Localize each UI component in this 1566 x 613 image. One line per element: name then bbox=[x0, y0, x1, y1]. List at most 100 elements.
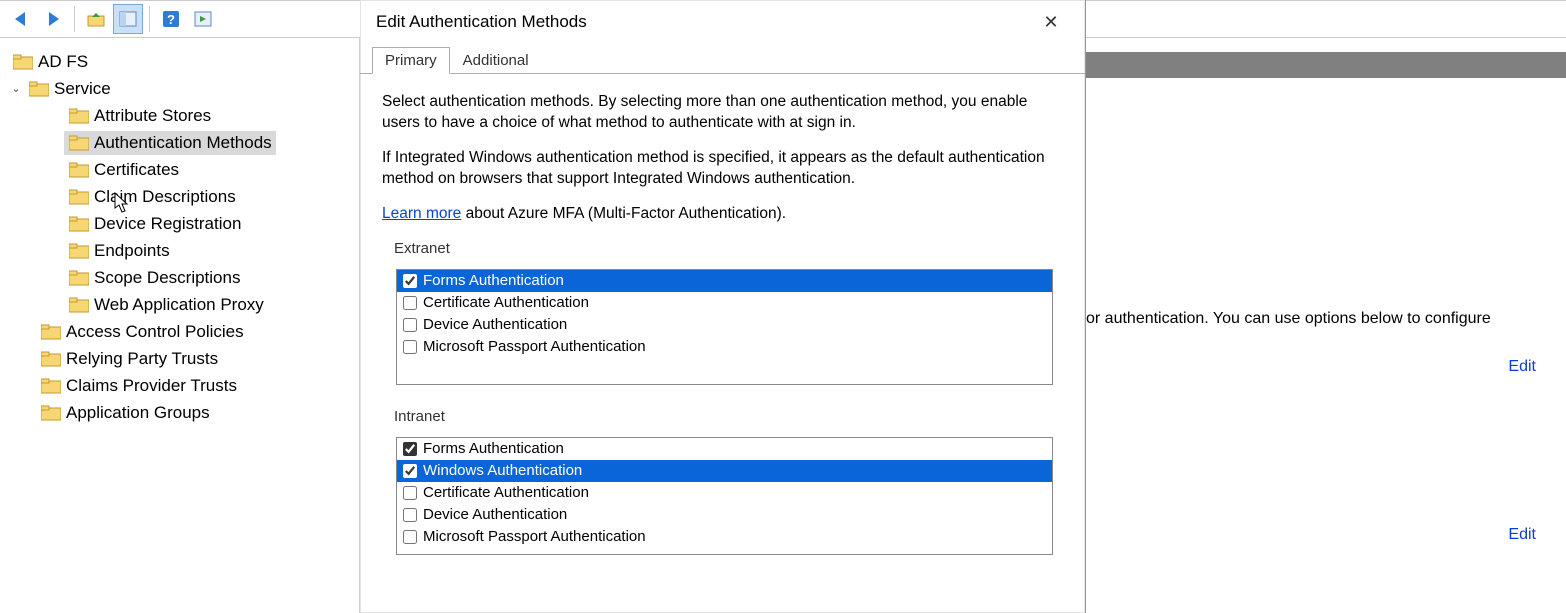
expand-icon[interactable]: ⌄ bbox=[8, 82, 24, 95]
option-checkbox[interactable] bbox=[403, 508, 417, 522]
extranet-listbox[interactable]: Forms AuthenticationCertificate Authenti… bbox=[396, 269, 1053, 385]
tree-item[interactable]: Claims Provider Trusts bbox=[4, 372, 355, 399]
tree-item[interactable]: Endpoints bbox=[4, 237, 355, 264]
folder-icon bbox=[68, 134, 90, 152]
tree-item-selected[interactable]: Authentication Methods bbox=[4, 129, 355, 156]
tree-item[interactable]: Web Application Proxy bbox=[4, 291, 355, 318]
folder-icon bbox=[12, 53, 34, 71]
folder-icon bbox=[68, 188, 90, 206]
option-checkbox[interactable] bbox=[403, 530, 417, 544]
content-text: or authentication. You can use options b… bbox=[1086, 310, 1491, 328]
option-label: Windows Authentication bbox=[423, 461, 1048, 481]
tree-label: Service bbox=[54, 79, 111, 99]
listbox-option[interactable]: Windows Authentication bbox=[397, 460, 1052, 482]
listbox-option[interactable]: Microsoft Passport Authentication bbox=[397, 526, 1052, 548]
folder-icon bbox=[68, 107, 90, 125]
option-label: Device Authentication bbox=[423, 505, 1048, 525]
listbox-option[interactable]: Microsoft Passport Authentication bbox=[397, 336, 1052, 358]
dialog-title: Edit Authentication Methods bbox=[376, 12, 587, 32]
tree-item[interactable]: Application Groups bbox=[4, 399, 355, 426]
close-button[interactable]: ✕ bbox=[1033, 4, 1069, 40]
back-button[interactable] bbox=[6, 4, 36, 34]
option-checkbox[interactable] bbox=[403, 486, 417, 500]
up-folder-button[interactable] bbox=[81, 4, 111, 34]
option-label: Microsoft Passport Authentication bbox=[423, 337, 1048, 357]
listbox-option[interactable]: Certificate Authentication bbox=[397, 292, 1052, 314]
show-hide-action-button[interactable] bbox=[188, 4, 218, 34]
folder-icon bbox=[40, 350, 62, 368]
option-label: Forms Authentication bbox=[423, 271, 1048, 291]
tree-label: Claim Descriptions bbox=[94, 187, 236, 207]
dialog-body: Select authentication methods. By select… bbox=[360, 74, 1085, 555]
help-button[interactable]: ? bbox=[156, 4, 186, 34]
folder-icon bbox=[40, 377, 62, 395]
listbox-option[interactable]: Device Authentication bbox=[397, 504, 1052, 526]
tree-item[interactable]: Certificates bbox=[4, 156, 355, 183]
tree-label: Device Registration bbox=[94, 214, 241, 234]
dialog-paragraph: Select authentication methods. By select… bbox=[382, 92, 1067, 134]
tree-item[interactable]: Device Registration bbox=[4, 210, 355, 237]
nav-tree: AD FS ⌄ Service Attribute Stores Authent… bbox=[0, 38, 360, 613]
tree-label: Relying Party Trusts bbox=[66, 349, 218, 369]
folder-icon bbox=[68, 215, 90, 233]
tree-label: Web Application Proxy bbox=[94, 295, 264, 315]
edit-auth-dialog: Edit Authentication Methods ✕ Primary Ad… bbox=[360, 0, 1086, 613]
listbox-option[interactable]: Forms Authentication bbox=[397, 438, 1052, 460]
intranet-listbox[interactable]: Forms AuthenticationWindows Authenticati… bbox=[396, 437, 1053, 555]
listbox-option[interactable]: Device Authentication bbox=[397, 314, 1052, 336]
option-checkbox[interactable] bbox=[403, 464, 417, 478]
learn-more-link[interactable]: Learn more bbox=[382, 205, 461, 222]
tab-additional[interactable]: Additional bbox=[450, 47, 542, 74]
tabstrip: Primary Additional bbox=[360, 44, 1085, 74]
intranet-label: Intranet bbox=[394, 407, 1067, 427]
option-checkbox[interactable] bbox=[403, 318, 417, 332]
edit-link[interactable]: Edit bbox=[1508, 526, 1536, 544]
tree-label: Scope Descriptions bbox=[94, 268, 240, 288]
listbox-option[interactable]: Certificate Authentication bbox=[397, 482, 1052, 504]
tree-label: Application Groups bbox=[66, 403, 210, 423]
close-icon: ✕ bbox=[1043, 12, 1058, 33]
extranet-label: Extranet bbox=[394, 239, 1067, 259]
folder-icon bbox=[68, 269, 90, 287]
tree-node-service[interactable]: ⌄ Service bbox=[4, 75, 355, 102]
forward-button[interactable] bbox=[38, 4, 68, 34]
folder-icon bbox=[40, 404, 62, 422]
tree-label: Claims Provider Trusts bbox=[66, 376, 237, 396]
option-label: Device Authentication bbox=[423, 315, 1048, 335]
tree-item[interactable]: Relying Party Trusts bbox=[4, 345, 355, 372]
dialog-titlebar: Edit Authentication Methods ✕ bbox=[360, 0, 1085, 44]
option-checkbox[interactable] bbox=[403, 442, 417, 456]
tree-item[interactable]: Scope Descriptions bbox=[4, 264, 355, 291]
option-checkbox[interactable] bbox=[403, 340, 417, 354]
show-hide-tree-button[interactable] bbox=[113, 4, 143, 34]
folder-icon bbox=[68, 161, 90, 179]
tree-label: Attribute Stores bbox=[94, 106, 211, 126]
folder-icon bbox=[68, 296, 90, 314]
folder-icon bbox=[28, 80, 50, 98]
dialog-paragraph: If Integrated Windows authentication met… bbox=[382, 148, 1067, 190]
listbox-option[interactable]: Forms Authentication bbox=[397, 270, 1052, 292]
option-label: Certificate Authentication bbox=[423, 483, 1048, 503]
dialog-paragraph: Learn more about Azure MFA (Multi-Factor… bbox=[382, 204, 1067, 225]
tree-root[interactable]: AD FS bbox=[4, 48, 355, 75]
tab-primary[interactable]: Primary bbox=[372, 47, 450, 74]
option-checkbox[interactable] bbox=[403, 296, 417, 310]
folder-icon bbox=[68, 242, 90, 260]
learn-more-suffix: about Azure MFA (Multi-Factor Authentica… bbox=[461, 205, 786, 222]
tree-item[interactable]: Claim Descriptions bbox=[4, 183, 355, 210]
option-checkbox[interactable] bbox=[403, 274, 417, 288]
option-label: Forms Authentication bbox=[423, 439, 1048, 459]
option-label: Certificate Authentication bbox=[423, 293, 1048, 313]
tree-label: Access Control Policies bbox=[66, 322, 244, 342]
toolbar-separator bbox=[149, 6, 150, 32]
tree-label: Authentication Methods bbox=[94, 133, 272, 153]
svg-text:?: ? bbox=[167, 12, 175, 27]
tree-item[interactable]: Access Control Policies bbox=[4, 318, 355, 345]
edit-link[interactable]: Edit bbox=[1508, 358, 1536, 376]
tree-label: AD FS bbox=[38, 52, 88, 72]
option-label: Microsoft Passport Authentication bbox=[423, 527, 1048, 547]
tree-label: Endpoints bbox=[94, 241, 170, 261]
tree-item[interactable]: Attribute Stores bbox=[4, 102, 355, 129]
tree-label: Certificates bbox=[94, 160, 179, 180]
toolbar-separator bbox=[74, 6, 75, 32]
